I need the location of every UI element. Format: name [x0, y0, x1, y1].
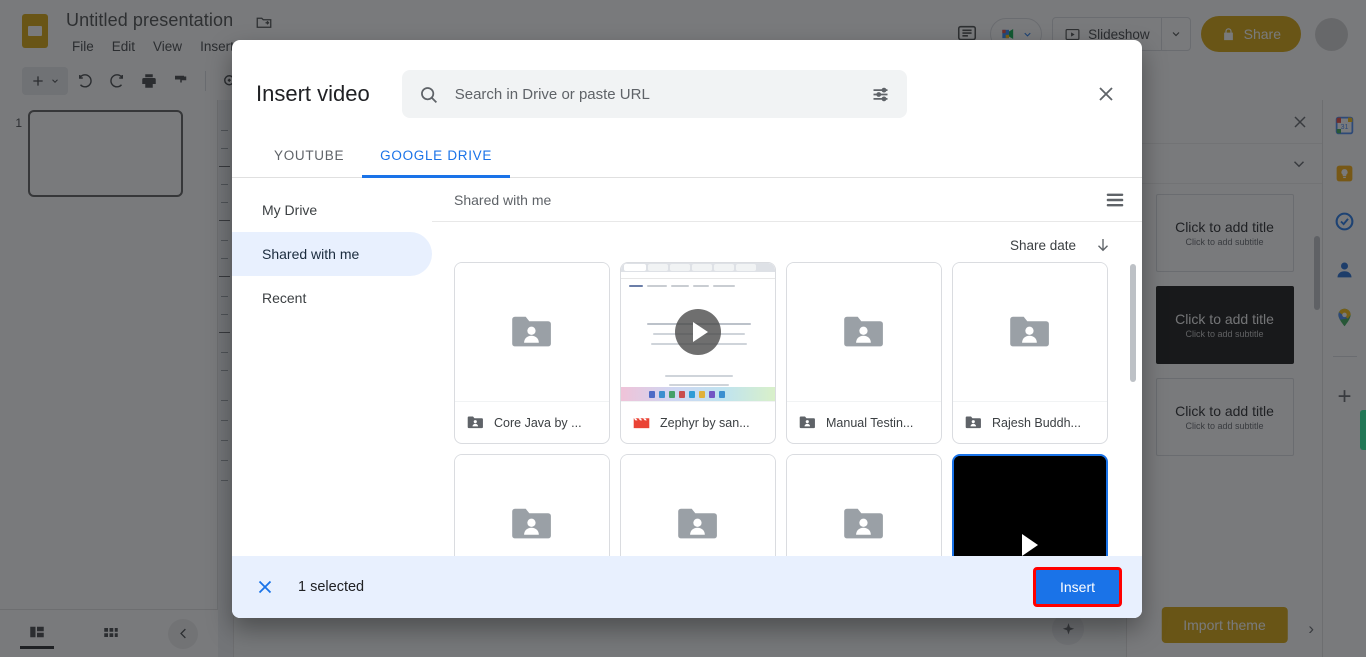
dialog-footer: 1 selected Insert	[232, 556, 1142, 618]
file-card[interactable]: Zephyr by san...	[620, 262, 776, 444]
search-filter-icon[interactable]	[870, 84, 891, 105]
video-preview-screenshot	[621, 263, 775, 401]
breadcrumb[interactable]: Shared with me	[454, 192, 551, 208]
shared-folder-icon	[1008, 314, 1052, 350]
file-grid-scroll[interactable]: Core Java by ... Zephyr by san... Manual…	[432, 258, 1142, 556]
dialog-tabs: YOUTUBE GOOGLE DRIVE	[232, 134, 1142, 178]
file-card-footer: Manual Testin...	[787, 401, 941, 443]
file-thumbnail	[455, 263, 609, 401]
clear-selection-icon[interactable]	[254, 576, 276, 598]
file-thumbnail	[787, 263, 941, 401]
file-thumbnail	[954, 456, 1106, 556]
dialog-close-icon[interactable]	[1094, 82, 1118, 106]
search-bar[interactable]	[401, 70, 907, 118]
shared-folder-icon	[510, 506, 554, 542]
list-view-icon[interactable]	[1104, 189, 1126, 211]
file-thumbnail	[953, 263, 1107, 401]
shared-folder-icon	[842, 506, 886, 542]
search-input[interactable]	[454, 85, 854, 103]
shared-folder-icon	[799, 415, 816, 430]
file-card[interactable]	[786, 454, 942, 556]
dialog-body: My Drive Shared with me Recent Shared wi…	[232, 178, 1142, 556]
file-grid: Core Java by ... Zephyr by san... Manual…	[454, 262, 1142, 556]
insert-video-dialog: Insert video YOUTUBE GOOGLE DRIVE My Dri…	[232, 40, 1142, 618]
sort-row: Share date	[432, 222, 1142, 258]
file-thumbnail	[621, 455, 775, 556]
video-file-icon	[633, 415, 650, 430]
file-card[interactable]	[454, 454, 610, 556]
file-thumbnail	[621, 263, 775, 401]
file-card[interactable]: Core Java by ...	[454, 262, 610, 444]
sort-label[interactable]: Share date	[1010, 238, 1076, 253]
shared-folder-icon	[676, 506, 720, 542]
shared-folder-icon	[510, 314, 554, 350]
shared-folder-icon	[842, 314, 886, 350]
file-card[interactable]: Manual Testin...	[786, 262, 942, 444]
file-card-footer: Core Java by ...	[455, 401, 609, 443]
tab-youtube[interactable]: YOUTUBE	[256, 134, 362, 177]
selection-count-label: 1 selected	[298, 579, 365, 595]
file-card[interactable]	[620, 454, 776, 556]
insert-button[interactable]: Insert	[1032, 567, 1122, 607]
sort-direction-icon[interactable]	[1094, 236, 1112, 254]
file-grid-scrollbar[interactable]	[1130, 264, 1136, 382]
play-icon	[1022, 534, 1038, 556]
breadcrumb-row: Shared with me	[432, 178, 1142, 222]
shared-folder-icon	[965, 415, 982, 430]
file-name: Zephyr by san...	[660, 415, 750, 430]
dialog-header: Insert video	[232, 40, 1142, 124]
file-card-footer: Rajesh Buddh...	[953, 401, 1107, 443]
file-thumbnail	[787, 455, 941, 556]
file-thumbnail	[455, 455, 609, 556]
dialog-title: Insert video	[256, 81, 370, 106]
sidebar-item-shared-with-me[interactable]: Shared with me	[232, 232, 432, 276]
tab-google-drive[interactable]: GOOGLE DRIVE	[362, 134, 511, 178]
sidebar-item-recent[interactable]: Recent	[232, 276, 432, 320]
play-icon	[675, 309, 721, 355]
file-name: Manual Testin...	[826, 415, 914, 430]
file-card[interactable]: Rajesh Buddh...	[952, 262, 1108, 444]
shared-folder-icon	[467, 415, 484, 430]
file-name: Core Java by ...	[494, 415, 582, 430]
dialog-sidebar: My Drive Shared with me Recent	[232, 178, 432, 556]
sidebar-item-my-drive[interactable]: My Drive	[232, 188, 432, 232]
dialog-main: Shared with me Share date Core Java by .…	[432, 178, 1142, 556]
file-name: Rajesh Buddh...	[992, 415, 1081, 430]
search-icon	[418, 84, 439, 105]
file-card-footer: Zephyr by san...	[621, 401, 775, 443]
file-card-selected[interactable]	[952, 454, 1108, 556]
